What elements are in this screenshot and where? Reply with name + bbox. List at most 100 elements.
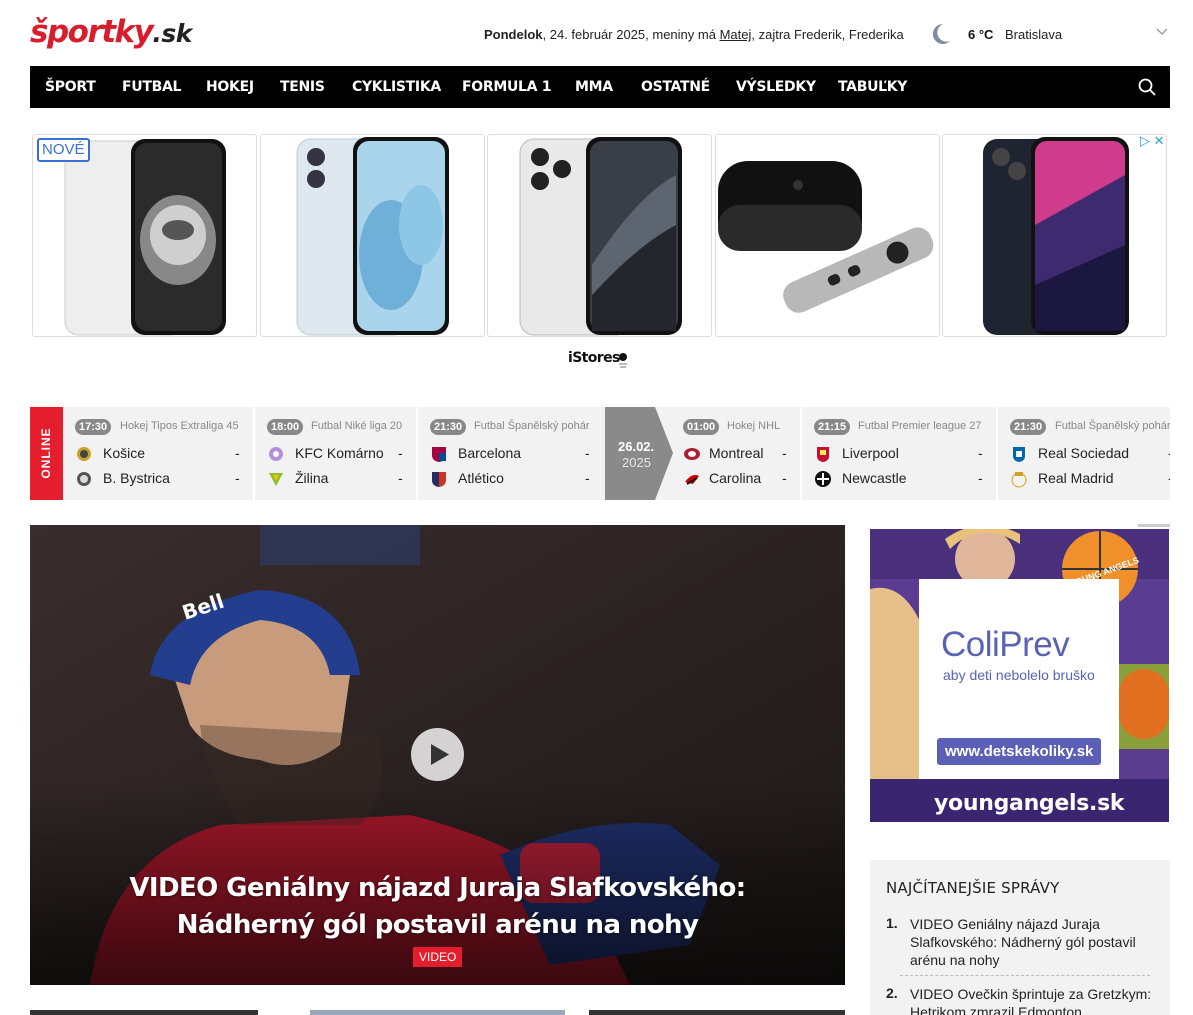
nav-item-formula1[interactable]: FORMULA 1 (462, 66, 552, 108)
ad-product-iphone-16-pro[interactable] (487, 134, 712, 337)
ad-url-button[interactable]: www.detskekoliky.sk (937, 738, 1102, 765)
nav-item-vysledky[interactable]: VÝSLEDKY (736, 66, 816, 108)
away-team: B. Bystrica (103, 470, 170, 486)
date-separator: 26.02. 2025 (605, 407, 675, 500)
phone-image (64, 139, 226, 336)
phone-image (296, 137, 449, 336)
away-team: Real Madrid (1038, 470, 1114, 486)
match-item[interactable]: 21:30 Futbal Španělský pohár Real Socied… (998, 407, 1170, 500)
home-team: Liverpool (842, 445, 899, 461)
coliprev-logo: ColiPrev (941, 625, 1070, 664)
ad-product-apple-tv[interactable] (715, 134, 940, 337)
match-league: Hokej NHL (727, 420, 781, 432)
ad-product-iphone-15[interactable] (260, 134, 485, 337)
site-logo[interactable]: športky.sk (30, 12, 192, 54)
team-logo-icon (269, 447, 283, 461)
home-score: - (782, 445, 787, 461)
ad-new-badge: NOVÉ (37, 138, 90, 162)
match-time: 21:30 (430, 419, 467, 435)
away-team: Atlético (458, 470, 504, 486)
team-logo-icon (685, 474, 699, 485)
side-ad-coliprev[interactable]: ColiPrev aby deti nebolelo bruško www.de… (870, 529, 1169, 822)
online-text: ONLINE (39, 427, 53, 479)
play-button[interactable] (411, 728, 464, 781)
istores-logo[interactable]: iStores (568, 350, 620, 366)
team-logo-icon (77, 447, 91, 461)
weather-city: Bratislava (1005, 27, 1063, 42)
apple-tv-image (718, 161, 934, 313)
nav-item-futbal[interactable]: FUTBAL (122, 66, 181, 108)
match-league: Futbal Španělský pohár (1055, 420, 1170, 432)
team-logo-icon (432, 447, 446, 462)
nav-item-tenis[interactable]: TENIS (280, 66, 325, 108)
ad-product-iphone-16e[interactable] (32, 134, 257, 337)
nav-item-mma[interactable]: MMA (575, 66, 613, 108)
match-time: 01:00 (683, 419, 720, 435)
away-score: - (978, 470, 983, 486)
nav-item-ostatne[interactable]: OSTATNÉ (641, 66, 710, 108)
item-number: 2. (886, 985, 898, 1001)
item-number: 1. (886, 915, 898, 931)
team-logo-icon (1013, 447, 1025, 462)
most-read-item[interactable]: 1. VIDEO Geniálny nájazd Juraja Slafkovs… (886, 915, 1156, 969)
article-teaser[interactable] (310, 1010, 565, 1015)
team-logo-icon (684, 448, 700, 460)
search-icon[interactable] (1138, 78, 1156, 96)
play-icon (431, 744, 449, 765)
logo-tld: .sk (152, 19, 192, 48)
moon-icon (932, 23, 950, 44)
away-score: - (398, 470, 403, 486)
ad-choices-icon[interactable]: ▷ ✕ (1140, 133, 1165, 149)
dateline: Pondelok, 24. február 2025, meniny má Ma… (484, 27, 904, 42)
hero-title[interactable]: VIDEO Geniálny nájazd Juraja Slafkovskéh… (70, 870, 805, 944)
item-title[interactable]: VIDEO Geniálny nájazd Juraja Slafkovskéh… (910, 915, 1155, 969)
match-item[interactable]: 17:30 Hokej Tipos Extraliga 45 Košice - … (63, 407, 255, 500)
most-read-title: NAJČÍTANEJŠIE SPRÁVY (886, 879, 1060, 897)
home-score: - (398, 445, 403, 461)
date-day: 26.02. (618, 439, 655, 454)
away-team: Carolina (709, 470, 762, 486)
ad-product-iphone-13[interactable] (942, 134, 1167, 337)
home-score: - (1168, 445, 1170, 461)
most-read-item[interactable]: 2. VIDEO Ovečkin šprintuje za Gretzkym: … (886, 985, 1156, 1015)
video-tag: VIDEO (413, 947, 463, 967)
hero-article[interactable]: Bell VIDEO Geniálny nájazd Juraja Slafko… (30, 525, 845, 985)
logo-main: športky (30, 14, 154, 50)
phone-image (519, 137, 682, 336)
home-team: Real Sociedad (1038, 445, 1130, 461)
match-league: Hokej Tipos Extraliga 45 (120, 420, 239, 432)
team-logo-icon (1011, 472, 1027, 488)
match-item[interactable]: 21:30 Futbal Španělský pohár Barcelona -… (418, 407, 605, 500)
apple-icon (619, 353, 627, 368)
online-label: ONLINE (30, 407, 63, 500)
ad-label-bar (1138, 524, 1170, 527)
match-league: Futbal Premier league 27 (858, 420, 982, 432)
item-title[interactable]: VIDEO Ovečkin šprintuje za Gretzkym: Het… (910, 985, 1155, 1015)
match-item[interactable]: 21:15 Futbal Premier league 27 Liverpool… (802, 407, 998, 500)
home-team: Košice (103, 445, 146, 461)
home-score: - (978, 445, 983, 461)
nav-item-hokej[interactable]: HOKEJ (206, 66, 254, 108)
match-time: 21:15 (814, 419, 851, 435)
nav-item-tabulky[interactable]: TABUĽKY (838, 66, 907, 108)
date-day: Pondelok (484, 27, 543, 42)
match-league: Futbal Niké liga 20 (311, 420, 403, 432)
match-league: Futbal Španělský pohár (474, 420, 590, 432)
main-nav: ŠPORT FUTBAL HOKEJ TENIS CYKLISTIKA FORM… (30, 66, 1170, 108)
team-logo-icon (77, 472, 91, 486)
article-teaser[interactable] (30, 1010, 258, 1015)
away-score: - (585, 470, 590, 486)
match-item[interactable]: 18:00 Futbal Niké liga 20 KFC Komárno - … (255, 407, 418, 500)
chevron-down-icon[interactable] (1156, 28, 1168, 36)
nameday-link[interactable]: Matej (720, 27, 752, 42)
nav-item-cyklistika[interactable]: CYKLISTIKA (352, 66, 441, 108)
match-item[interactable]: 01:00 Hokej NHL Montreal - Carolina - (675, 407, 802, 500)
away-team: Žilina (295, 470, 329, 486)
away-score: - (235, 470, 240, 486)
team-logo-icon (815, 471, 831, 487)
home-score: - (235, 445, 240, 461)
article-teaser[interactable] (589, 1010, 845, 1015)
nav-item-sport[interactable]: ŠPORT (45, 66, 96, 108)
youngangels-link: youngangels.sk (934, 791, 1125, 816)
date-year: 2025 (622, 455, 651, 470)
